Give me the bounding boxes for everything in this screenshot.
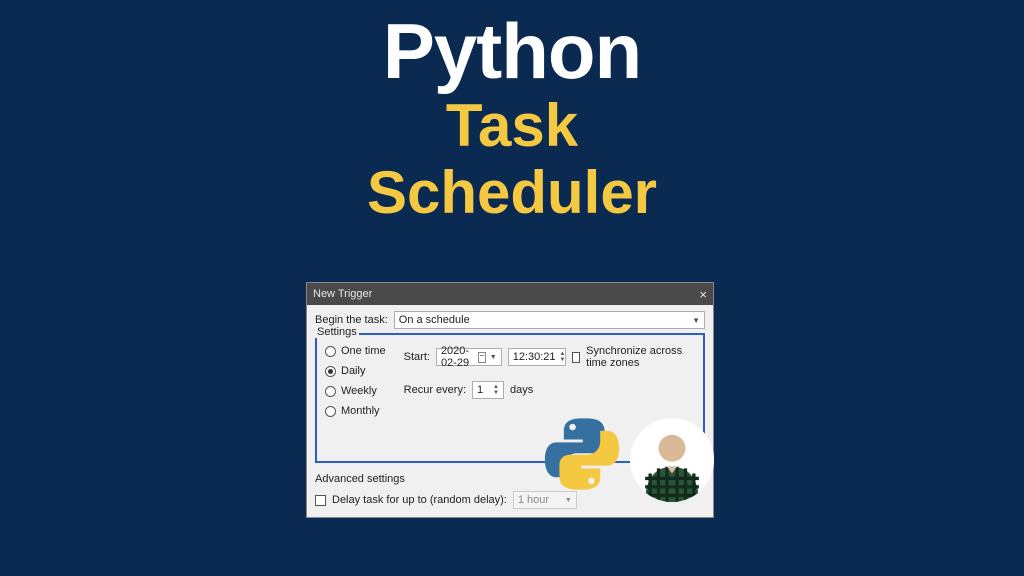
spinner-icon: ▲▼ xyxy=(491,384,501,396)
page-title-line2b: Scheduler xyxy=(0,161,1024,224)
page-title-line1: Python xyxy=(0,12,1024,90)
radio-label: One time xyxy=(341,345,386,357)
recur-value-field[interactable]: 1 ▲▼ xyxy=(472,381,504,399)
start-time-field[interactable]: 12:30:21 ▲▼ xyxy=(508,348,566,366)
start-label: Start: xyxy=(404,351,430,363)
dialog-title: New Trigger xyxy=(313,288,372,300)
radio-daily[interactable]: Daily xyxy=(325,365,386,377)
sync-checkbox[interactable] xyxy=(572,352,580,363)
page-title-line2a: Task xyxy=(0,94,1024,157)
sync-label: Synchronize across time zones xyxy=(586,345,695,369)
recur-value: 1 xyxy=(477,384,483,396)
begin-task-label: Begin the task: xyxy=(315,314,388,326)
radio-label: Daily xyxy=(341,365,365,377)
delay-label: Delay task for up to (random delay): xyxy=(332,494,507,506)
delay-checkbox[interactable] xyxy=(315,495,326,506)
radio-monthly[interactable]: Monthly xyxy=(325,405,386,417)
radio-label: Weekly xyxy=(341,385,377,397)
delay-value: 1 hour xyxy=(518,494,549,506)
recur-unit: days xyxy=(510,384,533,396)
start-date-value: 2020-02-29 xyxy=(441,345,474,369)
start-date-field[interactable]: 2020-02-29 ▼ xyxy=(436,348,502,366)
dialog-titlebar[interactable]: New Trigger × xyxy=(307,283,713,305)
spinner-icon: ▲▼ xyxy=(560,351,566,363)
radio-icon xyxy=(325,406,336,417)
radio-icon xyxy=(325,386,336,397)
settings-group-label: Settings xyxy=(315,326,359,338)
radio-label: Monthly xyxy=(341,405,380,417)
python-logo-icon xyxy=(542,414,622,494)
start-time-value: 12:30:21 xyxy=(513,351,556,363)
chevron-down-icon: ▼ xyxy=(490,354,497,361)
avatar xyxy=(630,418,714,502)
begin-task-value: On a schedule xyxy=(399,314,470,326)
recur-label: Recur every: xyxy=(404,384,466,396)
chevron-down-icon: ▼ xyxy=(565,497,572,504)
radio-icon xyxy=(325,366,336,377)
radio-icon xyxy=(325,346,336,357)
radio-one-time[interactable]: One time xyxy=(325,345,386,357)
calendar-icon xyxy=(478,352,485,363)
radio-weekly[interactable]: Weekly xyxy=(325,385,386,397)
close-icon[interactable]: × xyxy=(699,287,707,302)
chevron-down-icon: ▼ xyxy=(692,316,700,325)
begin-task-dropdown[interactable]: On a schedule ▼ xyxy=(394,311,705,329)
